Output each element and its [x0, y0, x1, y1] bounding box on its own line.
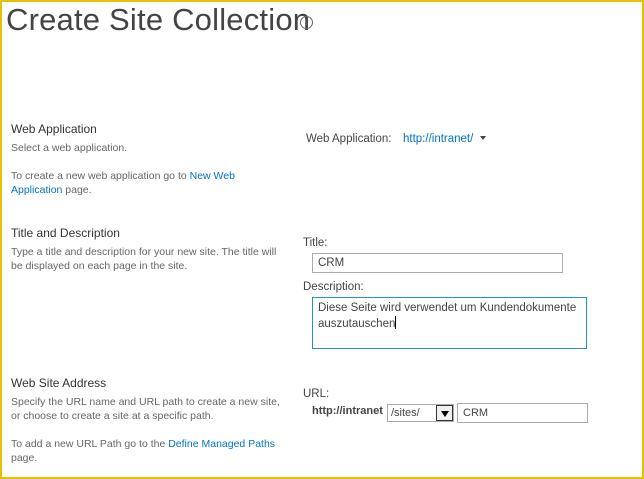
chevron-down-icon	[480, 136, 487, 140]
chevron-down-icon	[436, 405, 453, 421]
page-title: Create Site Collection	[6, 2, 311, 37]
web-site-address-section-title: Web Site Address	[11, 376, 107, 390]
url-label: URL:	[303, 388, 330, 400]
description-label: Description:	[303, 281, 364, 293]
web-application-help: Select a web application.	[11, 142, 128, 154]
web-application-value: http://intranet/	[403, 133, 474, 145]
add-prefix: To add a new URL Path go to the	[11, 438, 169, 450]
create-suffix: page.	[62, 184, 92, 196]
managed-path-select[interactable]: /sites/	[387, 404, 454, 422]
title-input-value: CRM	[318, 257, 345, 269]
web-site-address-add-text: To add a new URL Path go to the Define M…	[11, 437, 281, 465]
url-prefix: http://intranet	[312, 405, 383, 417]
title-description-section-title: Title and Description	[11, 226, 120, 240]
description-textarea-value: Diese Seite wird verwendet um Kundendoku…	[318, 302, 577, 330]
add-suffix: page.	[11, 452, 38, 464]
web-site-address-help: Specify the URL name and URL path to cre…	[11, 396, 280, 422]
site-url-name-input[interactable]: CRM	[457, 403, 588, 423]
web-application-selector[interactable]: http://intranet/	[403, 133, 487, 145]
site-url-name-value: CRM	[463, 407, 489, 419]
text-caret	[395, 316, 397, 329]
description-textarea[interactable]: Diese Seite wird verwendet um Kundendoku…	[312, 297, 587, 349]
managed-path-value: /sites/	[391, 407, 420, 419]
title-label: Title:	[303, 237, 328, 249]
create-prefix: To create a new web application go to	[11, 170, 190, 182]
web-application-section-title: Web Application	[11, 122, 97, 136]
web-application-label: Web Application:	[306, 133, 392, 145]
web-application-create-text: To create a new web application go to Ne…	[11, 169, 251, 197]
title-description-help: Type a title and description for your ne…	[11, 246, 277, 272]
title-input[interactable]: CRM	[312, 253, 563, 273]
define-managed-paths-link[interactable]: Define Managed Paths	[168, 438, 275, 450]
info-icon[interactable]: i	[300, 16, 313, 29]
